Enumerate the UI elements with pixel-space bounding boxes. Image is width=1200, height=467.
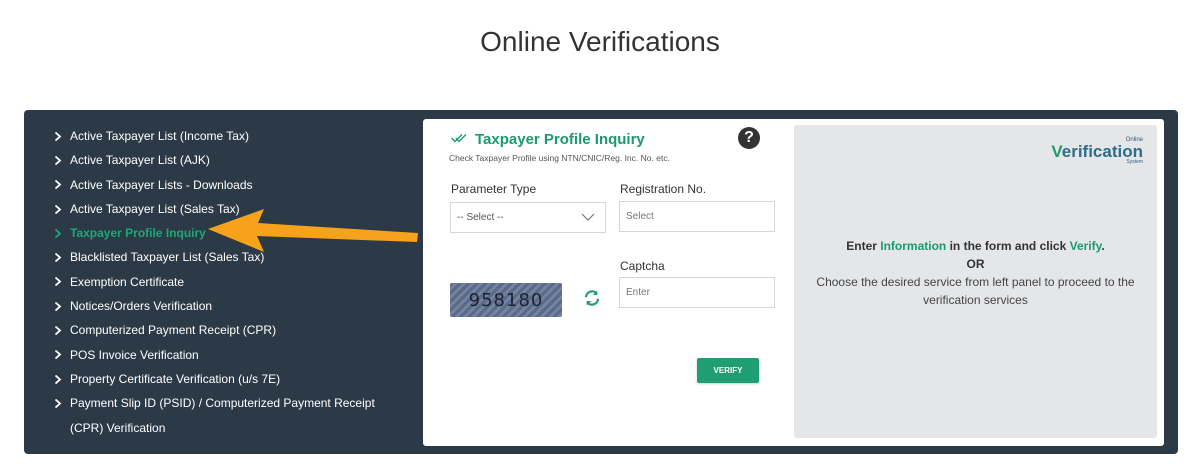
info-message: Enter Information in the form and click … xyxy=(794,237,1157,309)
chevron-right-icon xyxy=(54,221,70,245)
sidebar-item-label: Active Taxpayer List (Income Tax) xyxy=(70,129,249,143)
info-panel: Online Verification System Enter Informa… xyxy=(794,125,1157,438)
parameter-type-select[interactable]: -- Select -- xyxy=(450,202,606,233)
sidebar-item-psid-cpr[interactable]: Payment Slip ID (PSID) / Computerized Pa… xyxy=(54,391,434,440)
parameter-type-label: Parameter Type xyxy=(451,182,537,196)
page-title: Online Verifications xyxy=(480,26,720,57)
refresh-icon[interactable] xyxy=(583,289,601,312)
sidebar-item-label: Exemption Certificate xyxy=(70,274,185,289)
verify-button[interactable]: VERIFY xyxy=(697,358,759,383)
sidebar-item-label: Payment Slip ID (PSID) / Computerized Pa… xyxy=(70,396,375,435)
registration-label: Registration No. xyxy=(620,182,707,196)
chevron-right-icon xyxy=(54,294,70,318)
sidebar-item-label: Property Certificate Verification (u/s 7… xyxy=(70,371,281,386)
verification-container: Active Taxpayer List (Income Tax) Active… xyxy=(24,110,1178,454)
sidebar-item-pos-invoice[interactable]: POS Invoice Verification xyxy=(54,343,434,367)
question-circle-icon[interactable]: ? xyxy=(738,127,760,149)
sidebar-item-label: POS Invoice Verification xyxy=(70,347,199,362)
form-title-text: Taxpayer Profile Inquiry xyxy=(475,130,645,148)
form-title: Taxpayer Profile Inquiry xyxy=(451,130,645,148)
chevron-right-icon xyxy=(54,245,70,269)
chevron-right-icon xyxy=(54,391,70,415)
sidebar-item-active-taxpayer-ajk[interactable]: Active Taxpayer List (AJK) xyxy=(54,148,434,172)
sidebar: Active Taxpayer List (Income Tax) Active… xyxy=(54,124,434,440)
captcha-input[interactable] xyxy=(619,277,775,308)
chevron-right-icon xyxy=(54,173,70,197)
info-line-or: OR xyxy=(966,257,985,271)
sidebar-item-active-taxpayer-downloads[interactable]: Active Taxpayer Lists - Downloads xyxy=(54,173,434,197)
info-line-1: Enter Information in the form and click … xyxy=(846,239,1105,253)
sidebar-item-label: Active Taxpayer Lists - Downloads xyxy=(70,177,253,192)
registration-field[interactable] xyxy=(626,211,768,222)
chevron-right-icon xyxy=(54,318,70,342)
sidebar-item-label: Active Taxpayer List (AJK) xyxy=(70,153,210,168)
sidebar-item-cpr[interactable]: Computerized Payment Receipt (CPR) xyxy=(54,318,434,342)
sidebar-item-notices-orders[interactable]: Notices/Orders Verification xyxy=(54,294,434,318)
chevron-right-icon xyxy=(54,367,70,391)
info-line-3: Choose the desired service from left pan… xyxy=(816,275,1135,307)
form-subtitle: Check Taxpayer Profile using NTN/CNIC/Re… xyxy=(449,153,670,163)
registration-input[interactable] xyxy=(619,201,775,232)
sidebar-item-label: Notices/Orders Verification xyxy=(70,299,213,314)
chevron-right-icon xyxy=(54,343,70,367)
chevron-right-icon xyxy=(54,148,70,172)
parameter-type-value: -- Select -- xyxy=(457,212,504,223)
captcha-image: 958180 xyxy=(450,283,562,317)
captcha-field[interactable] xyxy=(626,287,768,298)
pointer-arrow-icon xyxy=(208,209,418,252)
double-check-icon xyxy=(451,130,467,148)
chevron-right-icon xyxy=(54,270,70,294)
sidebar-item-property-certificate[interactable]: Property Certificate Verification (u/s 7… xyxy=(54,367,434,391)
chevron-right-icon xyxy=(54,197,70,221)
sidebar-item-active-taxpayer-income-tax[interactable]: Active Taxpayer List (Income Tax) xyxy=(54,124,434,148)
online-verification-logo: Online Verification System xyxy=(1051,137,1143,165)
chevron-right-icon xyxy=(54,124,70,148)
sidebar-item-label: Computerized Payment Receipt (CPR) xyxy=(70,323,277,338)
chevron-down-icon xyxy=(581,213,595,224)
sidebar-item-exemption-certificate[interactable]: Exemption Certificate xyxy=(54,270,434,294)
captcha-label: Captcha xyxy=(620,259,665,273)
inquiry-card: Taxpayer Profile Inquiry Check Taxpayer … xyxy=(423,119,1164,446)
